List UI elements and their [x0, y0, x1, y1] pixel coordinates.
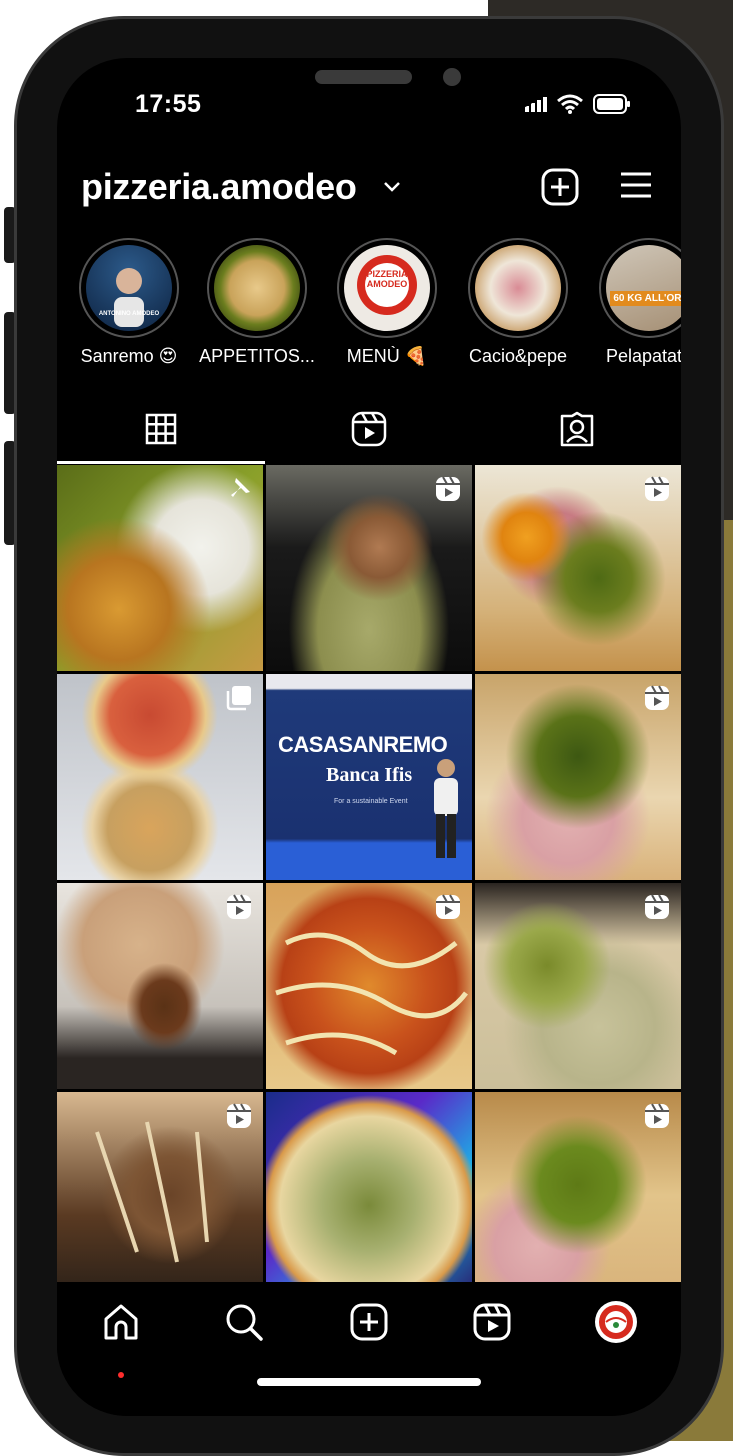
post-thumbnail[interactable]	[475, 1092, 681, 1298]
post-thumbnail[interactable]	[57, 465, 263, 671]
story-highlight[interactable]: PIZZERIA AMODEO MENÙ 🍕	[325, 238, 449, 367]
chevron-down-icon[interactable]	[383, 180, 401, 198]
post-thumbnail[interactable]	[57, 674, 263, 880]
phone-notch	[192, 58, 547, 110]
posts-grid: CASASANREMO Banca Ifis For a sustainable…	[57, 465, 681, 1298]
story-label: Cacio&pepe	[468, 346, 568, 366]
grid-icon	[145, 413, 177, 450]
person-figure	[434, 759, 458, 858]
wifi-icon	[557, 94, 583, 119]
tab-posts[interactable]	[57, 398, 265, 464]
menu-button[interactable]	[619, 168, 653, 207]
carousel-icon	[225, 684, 253, 717]
story-highlight[interactable]: ANTONINO AMODEO Sanremo 😍	[67, 238, 191, 367]
instagram-profile-screen: 17:55 pizzeria.amodeo ANTONINO AMODEO Sa…	[57, 58, 681, 1416]
bottom-navigation	[57, 1282, 681, 1416]
reel-icon	[643, 893, 671, 926]
nav-profile[interactable]	[592, 1300, 640, 1348]
nav-search[interactable]	[220, 1300, 268, 1348]
reel-icon	[434, 475, 462, 508]
nav-home[interactable]	[97, 1300, 145, 1348]
story-label: Sanremo 😍	[80, 346, 178, 366]
active-tab-indicator	[57, 461, 265, 464]
post-thumbnail[interactable]	[266, 1092, 472, 1298]
post-thumbnail[interactable]: CASASANREMO Banca Ifis For a sustainable…	[266, 674, 472, 880]
notification-dot	[118, 1372, 124, 1378]
create-post-button[interactable]	[541, 168, 579, 211]
reels-icon	[473, 1303, 511, 1346]
front-camera	[443, 68, 461, 86]
story-highlight[interactable]: APPETITOS...	[195, 238, 319, 367]
post-thumbnail[interactable]	[57, 1092, 263, 1298]
tagged-icon	[559, 411, 595, 452]
reel-icon	[643, 684, 671, 717]
story-cover: 60 KG ALL'ORA	[606, 245, 681, 331]
search-icon	[225, 1303, 263, 1346]
reels-icon	[351, 411, 387, 452]
tab-reels[interactable]	[265, 398, 473, 464]
story-label: MENÙ 🍕	[346, 346, 428, 366]
nav-create[interactable]	[345, 1300, 393, 1348]
story-cover: PIZZERIA AMODEO	[344, 245, 430, 331]
tab-tagged[interactable]	[473, 398, 681, 464]
pin-icon	[227, 475, 253, 506]
battery-icon	[593, 94, 631, 119]
post-thumbnail[interactable]	[57, 883, 263, 1089]
create-icon	[350, 1303, 388, 1346]
status-icons	[525, 94, 631, 119]
story-highlight[interactable]: 60 KG ALL'ORA Pelapatate	[587, 238, 681, 367]
nav-reels[interactable]	[468, 1300, 516, 1348]
profile-tabs	[57, 398, 681, 464]
profile-avatar-icon	[594, 1300, 638, 1349]
story-label: APPETITOS...	[199, 346, 315, 366]
speaker	[315, 70, 412, 84]
post-thumbnail[interactable]	[475, 883, 681, 1089]
story-highlight[interactable]: Cacio&pepe	[456, 238, 580, 367]
story-highlights: ANTONINO AMODEO Sanremo 😍 APPETITOS... P…	[57, 238, 681, 378]
post-thumbnail[interactable]	[266, 465, 472, 671]
profile-header: pizzeria.amodeo	[81, 166, 661, 210]
reel-icon	[225, 1102, 253, 1135]
reel-icon	[643, 1102, 671, 1135]
post-thumbnail[interactable]	[475, 465, 681, 671]
home-icon	[102, 1303, 140, 1346]
story-cover	[475, 245, 561, 331]
reel-icon	[643, 475, 671, 508]
story-cover: ANTONINO AMODEO	[86, 245, 172, 331]
story-label: Pelapatate	[605, 346, 681, 366]
reel-icon	[225, 893, 253, 926]
post-thumbnail[interactable]	[475, 674, 681, 880]
status-time: 17:55	[135, 90, 202, 118]
post-thumbnail[interactable]	[266, 883, 472, 1089]
story-cover	[214, 245, 300, 331]
reel-icon	[434, 893, 462, 926]
home-indicator	[257, 1378, 481, 1386]
profile-username[interactable]: pizzeria.amodeo	[81, 166, 357, 208]
